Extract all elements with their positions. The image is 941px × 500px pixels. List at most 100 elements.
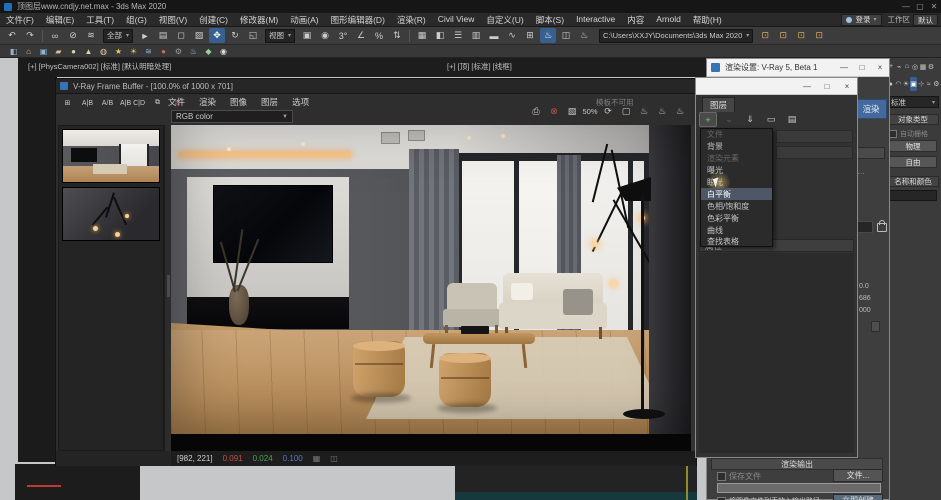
align-icon[interactable]: ☰ bbox=[450, 28, 466, 43]
menu-item-1[interactable]: 编辑(E) bbox=[40, 14, 80, 26]
image-list-checkbox[interactable] bbox=[717, 496, 726, 500]
home-grid-icon[interactable]: ⌂ bbox=[22, 46, 35, 57]
spinner-buttons[interactable] bbox=[871, 321, 880, 332]
minimize-button[interactable]: — bbox=[835, 63, 853, 72]
load-layers-icon[interactable]: ⇓ bbox=[741, 112, 759, 127]
maximize-button[interactable]: □ bbox=[817, 82, 837, 91]
angle-snap-icon[interactable]: ∠ bbox=[353, 28, 369, 43]
layer-row[interactable] bbox=[776, 146, 853, 159]
folder-icon[interactable]: ▭ bbox=[762, 112, 780, 127]
select-object-icon[interactable]: ► bbox=[137, 28, 153, 43]
select-and-move-icon[interactable]: ✥ bbox=[209, 28, 226, 43]
viewport-config-icon[interactable]: ▣ bbox=[37, 46, 50, 57]
reference-coordinate-dropdown[interactable]: 视图 ▾ bbox=[265, 28, 296, 43]
compare-vertical-icon[interactable]: A/B bbox=[99, 96, 116, 110]
point-helper-icon[interactable]: ● bbox=[157, 46, 170, 57]
select-and-scale-icon[interactable]: ◱ bbox=[245, 28, 261, 43]
select-and-rotate-icon[interactable]: ↻ bbox=[227, 28, 243, 43]
menu-item-16[interactable]: 帮助(H) bbox=[687, 14, 728, 26]
spinner-snap-icon[interactable]: ⇅ bbox=[389, 28, 405, 43]
track-mouse-icon[interactable]: ⟳ bbox=[600, 103, 616, 119]
create-sphere-icon[interactable]: ● bbox=[67, 46, 80, 57]
physical-camera-button[interactable]: 物理 bbox=[889, 140, 937, 152]
project-folder-icon-3[interactable]: ⊡ bbox=[793, 28, 809, 43]
create-torus-icon[interactable]: ◍ bbox=[97, 46, 110, 57]
close-button[interactable]: × bbox=[871, 63, 889, 72]
create-layer-button[interactable]: + bbox=[699, 112, 717, 127]
select-by-name-icon[interactable]: ▤ bbox=[155, 28, 171, 43]
rendered-frame-window-icon[interactable]: ◫ bbox=[558, 28, 574, 43]
redo-icon[interactable]: ↷ bbox=[22, 28, 38, 43]
layer-menu-item-9[interactable]: 查找表格 bbox=[701, 236, 772, 248]
project-folder-icon-4[interactable]: ⊡ bbox=[811, 28, 827, 43]
workspace-dropdown[interactable]: 默认 bbox=[913, 13, 938, 26]
render-button[interactable]: 渲染 bbox=[855, 99, 887, 119]
vfb-menu-0[interactable]: 文件 bbox=[168, 96, 185, 108]
layer-menu-item-4[interactable]: 眩光 bbox=[701, 170, 772, 195]
layer-menu-item-3[interactable]: 曝光 bbox=[701, 165, 772, 177]
unlink-selection-icon[interactable]: ⊘ bbox=[65, 28, 81, 43]
save-image-icon[interactable]: ⎙ bbox=[528, 103, 544, 119]
region-render-icon[interactable]: ▧ bbox=[564, 103, 580, 119]
spacewarp-icon[interactable]: ≋ bbox=[142, 46, 155, 57]
shapes-category-icon[interactable]: ◠ bbox=[895, 77, 903, 91]
history-thumbnail-1[interactable] bbox=[62, 129, 160, 183]
menu-item-3[interactable]: 组(G) bbox=[120, 14, 153, 26]
sign-in-dropdown[interactable]: 登录 ▾ bbox=[841, 13, 882, 26]
layer-explorer-icon[interactable]: ▥ bbox=[468, 28, 484, 43]
hierarchy-tab-icon[interactable]: ⌂ bbox=[903, 60, 911, 73]
copy-to-host-icon[interactable]: ⧉ bbox=[149, 96, 166, 110]
save-history-icon[interactable]: ⊞ bbox=[59, 96, 76, 110]
create-cone-icon[interactable]: ▲ bbox=[82, 46, 95, 57]
mirror-icon[interactable]: ◧ bbox=[432, 28, 448, 43]
menu-item-9[interactable]: 渲染(R) bbox=[391, 14, 432, 26]
standard-dropdown[interactable]: 标准 ▾ bbox=[887, 96, 939, 108]
bind-to-spacewarp-icon[interactable]: ≋ bbox=[83, 28, 99, 43]
autogrid-checkbox[interactable] bbox=[889, 130, 897, 138]
interactive-render-icon[interactable]: ♨ bbox=[672, 103, 688, 119]
app-maximize-button[interactable]: ▢ bbox=[913, 2, 927, 11]
project-folder-icon-1[interactable]: ⊡ bbox=[757, 28, 773, 43]
snaps-icon[interactable]: ◧ bbox=[7, 46, 20, 57]
menu-item-15[interactable]: Arnold bbox=[650, 14, 687, 26]
layer-row[interactable] bbox=[776, 130, 853, 143]
create-plane-icon[interactable]: ▰ bbox=[52, 46, 65, 57]
percent-snap-icon[interactable]: % bbox=[371, 28, 387, 43]
selection-filter-dropdown[interactable]: 全部 ▾ bbox=[103, 28, 134, 43]
menu-item-8[interactable]: 图形编辑器(D) bbox=[325, 14, 391, 26]
target-icon[interactable]: ◉ bbox=[217, 46, 230, 57]
helpers-category-icon[interactable]: ⊹ bbox=[917, 77, 925, 91]
select-and-manipulate-icon[interactable]: ◉ bbox=[317, 28, 333, 43]
render-production-icon[interactable]: ♨ bbox=[576, 28, 592, 43]
select-and-link-icon[interactable]: ∞ bbox=[47, 28, 63, 43]
rectangular-region-icon[interactable]: ◻ bbox=[173, 28, 189, 43]
undo-icon[interactable]: ↶ bbox=[4, 28, 20, 43]
utilities-tab-icon[interactable]: ⚙ bbox=[927, 60, 935, 73]
menu-item-13[interactable]: Interactive bbox=[570, 14, 621, 26]
menu-item-14[interactable]: 内容 bbox=[621, 14, 650, 26]
ellipsis-button[interactable]: … bbox=[857, 167, 865, 176]
free-camera-button[interactable]: 自由 bbox=[889, 156, 937, 168]
menu-item-0[interactable]: 文件(F) bbox=[0, 14, 40, 26]
clear-image-icon[interactable]: ▢ bbox=[618, 103, 634, 119]
motion-tab-icon[interactable]: ◎ bbox=[911, 60, 919, 73]
diamond-helper-icon[interactable]: ◆ bbox=[202, 46, 215, 57]
output-path-field[interactable] bbox=[717, 483, 881, 493]
name-color-rollout[interactable]: 名称和颜色 bbox=[887, 176, 939, 187]
app-close-button[interactable]: ✕ bbox=[927, 2, 941, 11]
ribbon-toggle-icon[interactable]: ▬ bbox=[486, 28, 502, 43]
files-button[interactable]: 文件... bbox=[833, 469, 883, 482]
compare-horizontal-icon[interactable]: A|B bbox=[79, 96, 96, 110]
display-tab-icon[interactable]: ▦ bbox=[919, 60, 927, 73]
layer-menu-item-2[interactable]: 渲染元素 bbox=[701, 153, 772, 165]
camera-viewport-edge[interactable] bbox=[18, 58, 57, 462]
menu-item-10[interactable]: Civil View bbox=[432, 14, 481, 26]
lock-icon[interactable] bbox=[877, 219, 887, 232]
render-setup-icon[interactable]: ♨ bbox=[540, 28, 557, 43]
window-crossing-icon[interactable]: ▨ bbox=[191, 28, 207, 43]
close-button[interactable]: × bbox=[837, 82, 857, 91]
object-name-field[interactable] bbox=[889, 190, 937, 201]
zoom-level-button[interactable]: 50% bbox=[582, 103, 598, 119]
vfb-menu-2[interactable]: 图像 bbox=[230, 96, 247, 108]
minimize-button[interactable]: — bbox=[797, 82, 817, 91]
